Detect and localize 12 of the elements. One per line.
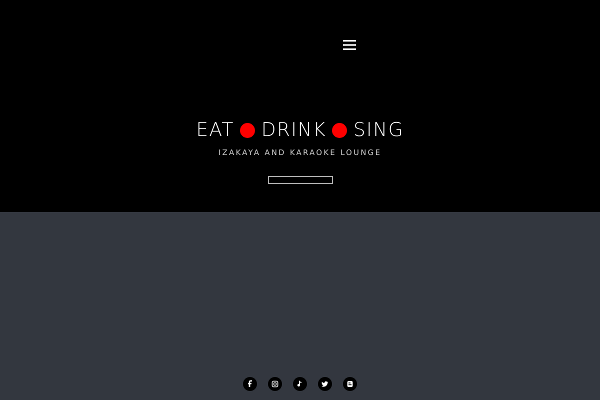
outline-button[interactable] [268,176,332,184]
menu-icon[interactable] [342,40,356,50]
bird-icon[interactable] [318,377,332,391]
title-word: SING [353,119,404,141]
dot-icon [240,122,256,138]
music-note-icon[interactable] [293,377,307,391]
chat-icon[interactable] [343,377,357,391]
title-word: DRINK [261,119,326,141]
facebook-icon[interactable] [243,377,257,391]
title-word: EAT [196,119,234,141]
dot-icon [332,122,348,138]
instagram-icon[interactable] [268,377,282,391]
